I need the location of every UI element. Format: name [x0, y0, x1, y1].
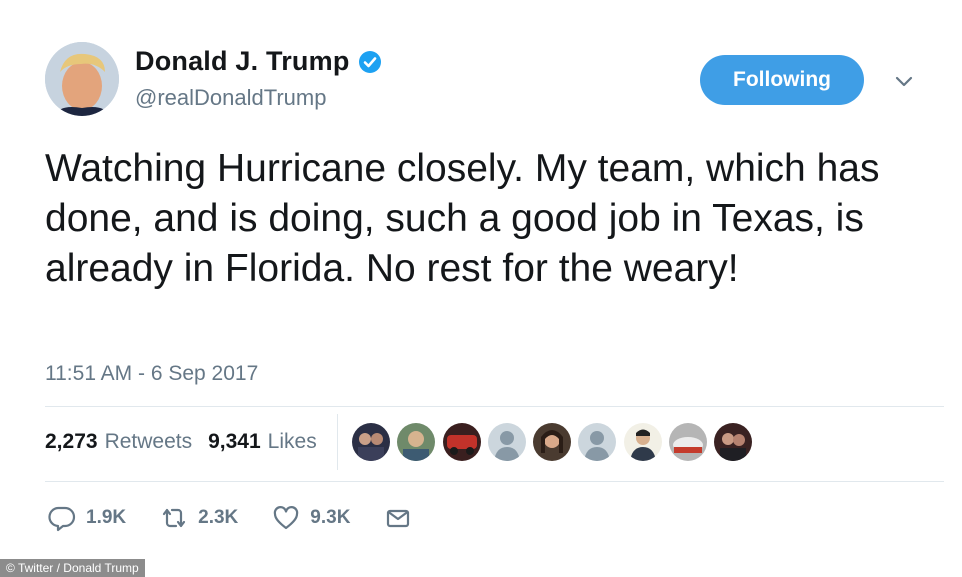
image-credit: © Twitter / Donald Trump	[0, 559, 145, 577]
following-button[interactable]: Following	[700, 55, 864, 105]
liker-avatar[interactable]	[533, 423, 572, 461]
direct-message-button[interactable]	[384, 504, 412, 532]
retweet-count: 2.3K	[198, 507, 239, 528]
likes-label: Likes	[267, 430, 317, 453]
retweet-icon	[163, 508, 186, 528]
heart-icon	[274, 506, 299, 530]
retweets-stat[interactable]: 2,273 Retweets	[45, 430, 192, 454]
user-name[interactable]: Donald J. Trump	[135, 46, 350, 77]
like-count: 9.3K	[310, 507, 351, 528]
user-handle[interactable]: @realDonaldTrump	[135, 85, 326, 111]
likes-count: 9,341	[208, 430, 261, 453]
chevron-down-icon[interactable]	[893, 70, 915, 92]
liker-avatar[interactable]	[714, 423, 753, 461]
liker-avatar[interactable]	[442, 423, 481, 461]
default-avatar-icon[interactable]	[487, 423, 526, 461]
liker-avatar[interactable]	[397, 423, 436, 461]
retweet-button[interactable]: 2.3K	[160, 504, 238, 532]
verified-badge-icon	[358, 50, 381, 73]
tweet-text: Watching Hurricane closely. My team, whi…	[45, 147, 880, 290]
liker-avatars	[352, 423, 760, 461]
tweet-actions: 1.9K 2.3K 9.3K	[48, 504, 446, 532]
liker-avatar[interactable]	[623, 423, 662, 461]
reply-icon	[48, 506, 76, 532]
tweet-stats: 2,273 Retweets 9,341 Likes	[45, 430, 333, 454]
user-name-row[interactable]: Donald J. Trump	[135, 46, 382, 77]
profile-avatar[interactable]	[45, 42, 119, 116]
default-avatar-icon[interactable]	[578, 423, 617, 461]
divider	[45, 481, 944, 482]
divider	[337, 414, 338, 470]
reply-count: 1.9K	[86, 507, 127, 528]
liker-avatar[interactable]	[669, 423, 708, 461]
envelope-icon	[387, 509, 410, 528]
like-button[interactable]: 9.3K	[272, 504, 350, 532]
liker-avatar[interactable]	[352, 423, 390, 461]
reply-button[interactable]: 1.9K	[48, 504, 126, 532]
tweet-timestamp[interactable]: 11:51 AM - 6 Sep 2017	[45, 362, 258, 386]
divider	[45, 406, 944, 407]
retweets-count: 2,273	[45, 430, 98, 453]
retweets-label: Retweets	[104, 430, 193, 453]
likes-stat[interactable]: 9,341 Likes	[208, 430, 317, 454]
